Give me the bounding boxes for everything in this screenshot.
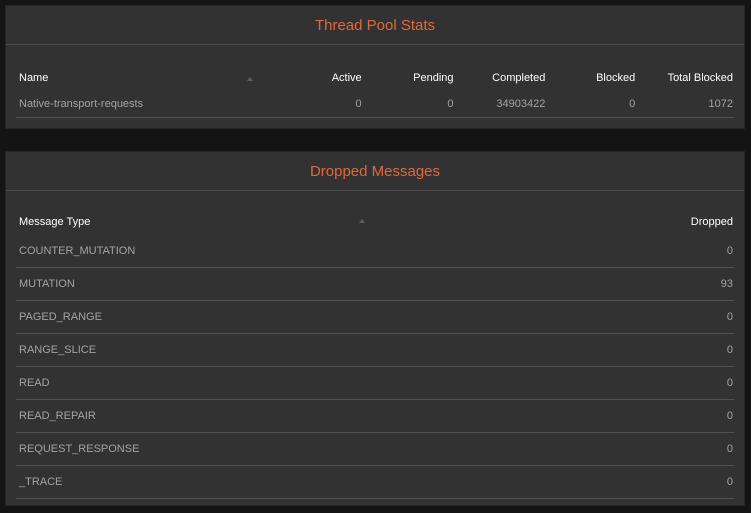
row-dropped-count: 0 <box>726 311 733 323</box>
row-pending: 0 <box>447 98 454 110</box>
row-dropped-count: 0 <box>726 377 733 389</box>
table-row: _TRACE 0 <box>16 466 734 499</box>
table-row: PAGED_RANGE 0 <box>16 301 734 334</box>
thread-pool-header-row: Name Active Pending Completed Blocked To… <box>16 65 734 91</box>
row-blocked: 0 <box>629 98 636 110</box>
table-row: READ_REPAIR 0 <box>16 400 734 433</box>
column-header-dropped[interactable]: Dropped <box>376 216 734 228</box>
row-message-type: READ_REPAIR <box>19 410 96 422</box>
row-dropped-count: 0 <box>726 410 733 422</box>
table-row: RANGE_SLICE 0 <box>16 334 734 367</box>
column-header-blocked[interactable]: Blocked <box>545 72 635 84</box>
row-total-blocked: 1072 <box>708 98 733 110</box>
thread-pool-table: Name Active Pending Completed Blocked To… <box>16 65 734 118</box>
table-row: COUNTER_MUTATION 0 <box>16 235 734 268</box>
table-row: READ 0 <box>16 367 734 400</box>
dropped-header-row: Message Type Dropped <box>16 209 734 235</box>
column-header-name[interactable]: Name <box>16 72 263 84</box>
dropped-messages-title: Dropped Messages <box>309 162 441 180</box>
thread-pool-panel: Thread Pool Stats Name Active Pending Co… <box>5 5 745 129</box>
row-message-type: COUNTER_MUTATION <box>19 245 136 257</box>
row-message-type: MUTATION <box>19 278 75 290</box>
row-message-type: REQUEST_RESPONSE <box>19 443 140 455</box>
row-message-type: _TRACE <box>19 476 63 488</box>
column-header-pending[interactable]: Pending <box>362 72 453 84</box>
sort-ascending-icon[interactable] <box>247 77 253 81</box>
dropped-messages-panel: Dropped Messages Message Type Dropped CO… <box>5 151 745 506</box>
row-dropped-count: 0 <box>726 443 733 455</box>
row-dropped-count: 0 <box>726 245 733 257</box>
dropped-messages-table: Message Type Dropped COUNTER_MUTATION 0 … <box>16 209 734 499</box>
row-message-type: READ <box>19 377 50 389</box>
row-dropped-count: 93 <box>720 278 733 290</box>
row-dropped-count: 0 <box>726 344 733 356</box>
row-dropped-count: 0 <box>726 476 733 488</box>
column-header-completed[interactable]: Completed <box>454 72 545 84</box>
table-row: REQUEST_RESPONSE 0 <box>16 433 734 466</box>
thread-pool-title: Thread Pool Stats <box>314 16 436 34</box>
table-row: MUTATION 93 <box>16 268 734 301</box>
column-header-active[interactable]: Active <box>263 72 362 84</box>
table-row: Native-transport-requests 0 0 34903422 0… <box>16 91 734 118</box>
dropped-messages-header: Dropped Messages <box>6 152 744 191</box>
row-name: Native-transport-requests <box>19 98 144 110</box>
row-message-type: RANGE_SLICE <box>19 344 97 356</box>
row-completed: 34903422 <box>496 98 546 110</box>
row-message-type: PAGED_RANGE <box>19 311 102 323</box>
sort-ascending-icon[interactable] <box>359 219 365 223</box>
row-active: 0 <box>355 98 362 110</box>
column-header-total-blocked[interactable]: Total Blocked <box>635 72 734 84</box>
column-header-message-type[interactable]: Message Type <box>16 216 376 228</box>
thread-pool-header: Thread Pool Stats <box>6 6 744 45</box>
